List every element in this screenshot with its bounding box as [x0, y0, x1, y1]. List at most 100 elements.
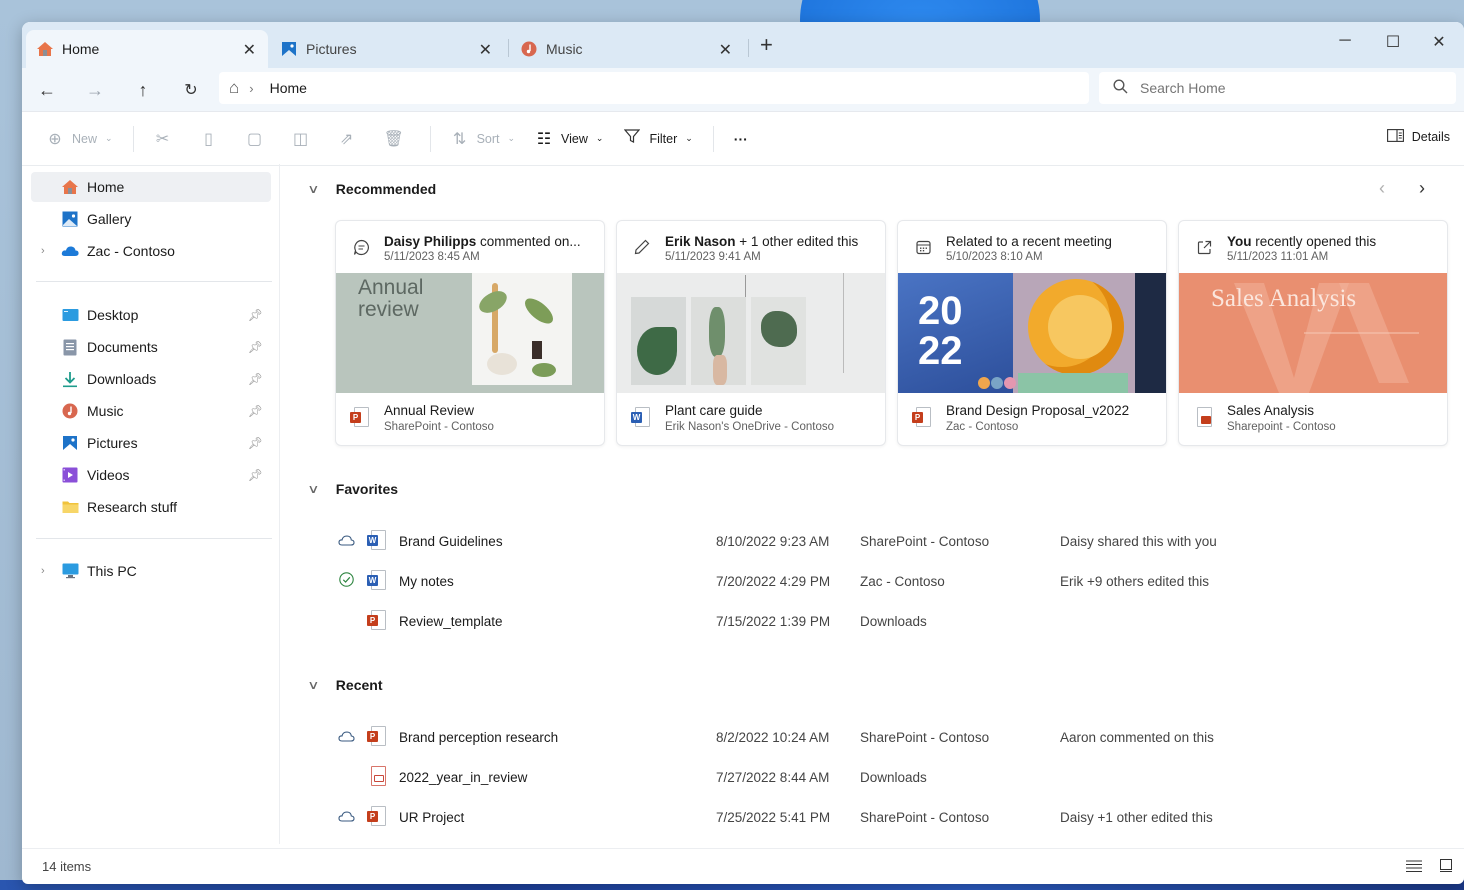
chevron-down-icon[interactable]: ∨ [307, 482, 319, 496]
view-button[interactable]: ☷ View ⌄ [535, 129, 604, 149]
rename-button[interactable]: ◫ [292, 129, 318, 149]
pin-icon[interactable]: 📌︎ [248, 372, 263, 386]
file-name: 2022_year_in_review [399, 769, 528, 785]
recent-row[interactable]: P UR Project 7/25/2022 5:41 PM SharePoin… [337, 799, 1437, 835]
breadcrumb-chevron-icon[interactable]: › [249, 81, 253, 96]
share-button[interactable]: ⇗ [338, 129, 364, 149]
sidebar-label: Music [87, 403, 124, 419]
maximize-button[interactable]: ☐ [1370, 32, 1416, 52]
carousel-next-button[interactable]: › [1419, 178, 1425, 199]
sidebar-item-downloads[interactable]: Downloads 📌︎ [31, 364, 271, 394]
favorite-row[interactable]: W My notes 7/20/2022 4:29 PM Zac - Conto… [337, 563, 1437, 599]
chevron-right-icon[interactable]: › [41, 245, 45, 257]
details-pane-button[interactable]: Details [1386, 129, 1450, 145]
pin-icon[interactable]: 📌︎ [248, 308, 263, 322]
recommended-card[interactable]: Erik Nason + 1 other edited this 5/11/20… [616, 220, 886, 446]
details-view-button[interactable] [1406, 859, 1422, 875]
sort-label: Sort [476, 131, 500, 146]
sidebar-label: Pictures [87, 435, 138, 451]
card-file-location: Erik Nason's OneDrive - Contoso [665, 421, 835, 433]
section-recommended-header[interactable]: ∨ Recommended [307, 181, 436, 197]
close-tab-icon[interactable]: ✕ [719, 40, 732, 60]
paste-button[interactable]: ▢ [246, 129, 272, 149]
close-window-button[interactable]: ✕ [1416, 32, 1462, 52]
powerpoint-file-icon: P [350, 407, 370, 429]
file-activity: Erik +9 others edited this [1060, 573, 1209, 589]
pin-icon[interactable]: 📌︎ [248, 468, 263, 482]
tab-music[interactable]: Music ✕ [510, 30, 744, 68]
favorite-row[interactable]: W Brand Guidelines 8/10/2022 9:23 AM Sha… [337, 523, 1437, 559]
folder-icon [61, 498, 79, 516]
card-time: 5/10/2023 8:10 AM [946, 251, 1043, 263]
tile-view-icon [1440, 859, 1452, 872]
sidebar-item-zac-contoso[interactable]: › Zac - Contoso [31, 236, 271, 266]
breadcrumb-home[interactable]: Home [270, 80, 307, 96]
tiles-view-button[interactable] [1440, 859, 1452, 875]
sidebar-item-music[interactable]: Music 📌︎ [31, 396, 271, 426]
section-recent-header[interactable]: ∨ Recent [307, 677, 382, 693]
section-favorites-header[interactable]: ∨ Favorites [307, 481, 398, 497]
sidebar-item-this-pc[interactable]: › This PC [31, 556, 271, 586]
pin-icon[interactable]: 📌︎ [248, 404, 263, 418]
copy-button[interactable]: ▯ [200, 129, 226, 149]
refresh-button[interactable]: ↻ [179, 78, 203, 102]
powerpoint-file-icon: P [912, 407, 932, 429]
sidebar-item-documents[interactable]: Documents 📌︎ [31, 332, 271, 362]
add-circle-icon: ⊕ [48, 130, 62, 148]
pc-icon [61, 562, 79, 580]
recommended-card[interactable]: You recently opened this 5/11/2023 11:01… [1178, 220, 1448, 446]
card-time: 5/11/2023 8:45 AM [384, 251, 480, 263]
search-input[interactable] [1140, 80, 1430, 96]
minimize-button[interactable]: ─ [1322, 32, 1368, 50]
chevron-right-icon[interactable]: › [41, 565, 45, 577]
cloud-status-icon [337, 534, 355, 549]
pin-icon[interactable]: 📌︎ [248, 436, 263, 450]
tab-pictures[interactable]: Pictures ✕ [270, 30, 504, 68]
back-button[interactable]: ← [35, 78, 59, 102]
file-name: UR Project [399, 809, 465, 825]
sidebar-item-pictures[interactable]: Pictures 📌︎ [31, 428, 271, 458]
home-outline-icon[interactable]: ⌂ [229, 78, 239, 98]
more-options-button[interactable]: ··· [734, 131, 748, 147]
file-name: Brand perception research [399, 729, 559, 745]
sidebar-item-home[interactable]: Home [31, 172, 271, 202]
file-activity: Aaron commented on this [1060, 729, 1214, 745]
navigation-pane: Home Gallery › Zac - Contoso Desktop 📌︎ [22, 164, 280, 844]
sidebar-item-videos[interactable]: Videos 📌︎ [31, 460, 271, 490]
card-file-location: SharePoint - Contoso [384, 421, 494, 433]
status-bar: 14 items [22, 848, 1464, 884]
recommended-card[interactable]: Daisy Philipps commented on... 5/11/2023… [335, 220, 605, 446]
sidebar-divider [36, 538, 272, 539]
sidebar-label: Videos [87, 467, 130, 483]
recent-row[interactable]: P Brand perception research 8/2/2022 10:… [337, 719, 1437, 755]
file-date: 8/10/2022 9:23 AM [716, 533, 830, 549]
favorite-row[interactable]: P Review_template 7/15/2022 1:39 PM Down… [337, 603, 1437, 639]
divider [429, 125, 431, 152]
close-tab-icon[interactable]: ✕ [243, 40, 256, 60]
sidebar-item-gallery[interactable]: Gallery [31, 204, 271, 234]
close-tab-icon[interactable]: ✕ [479, 40, 492, 60]
address-field[interactable]: ⌂ › Home [219, 72, 1089, 104]
sort-button[interactable]: ⇅ Sort ⌄ [451, 129, 515, 149]
sidebar-item-research-stuff[interactable]: Research stuff [31, 492, 271, 522]
chevron-down-icon[interactable]: ∨ [307, 678, 319, 692]
forward-button[interactable]: → [83, 78, 107, 102]
filter-button[interactable]: Filter ⌄ [623, 128, 693, 149]
file-activity: Daisy +1 other edited this [1060, 809, 1213, 825]
tab-home[interactable]: Home ✕ [26, 30, 268, 68]
search-box[interactable] [1099, 72, 1456, 104]
up-button[interactable]: ↑ [131, 78, 155, 102]
gallery-icon [61, 210, 79, 228]
chevron-down-icon: ⌄ [685, 133, 693, 143]
new-tab-button[interactable]: + [760, 34, 773, 56]
recent-row[interactable]: 2022_year_in_review 7/27/2022 8:44 AM Do… [337, 759, 1437, 795]
chevron-down-icon[interactable]: ∨ [307, 182, 319, 196]
carousel-prev-button[interactable]: ‹ [1379, 178, 1385, 199]
pin-icon[interactable]: 📌︎ [248, 340, 263, 354]
sidebar-item-desktop[interactable]: Desktop 📌︎ [31, 300, 271, 330]
file-location: SharePoint - Contoso [860, 533, 990, 549]
delete-button[interactable]: 🗑︎ [384, 129, 410, 149]
new-button[interactable]: ⊕ New ⌄ [46, 129, 112, 149]
cut-button[interactable]: ✂ [154, 129, 180, 149]
recommended-card[interactable]: Related to a recent meeting 5/10/2023 8:… [897, 220, 1167, 446]
